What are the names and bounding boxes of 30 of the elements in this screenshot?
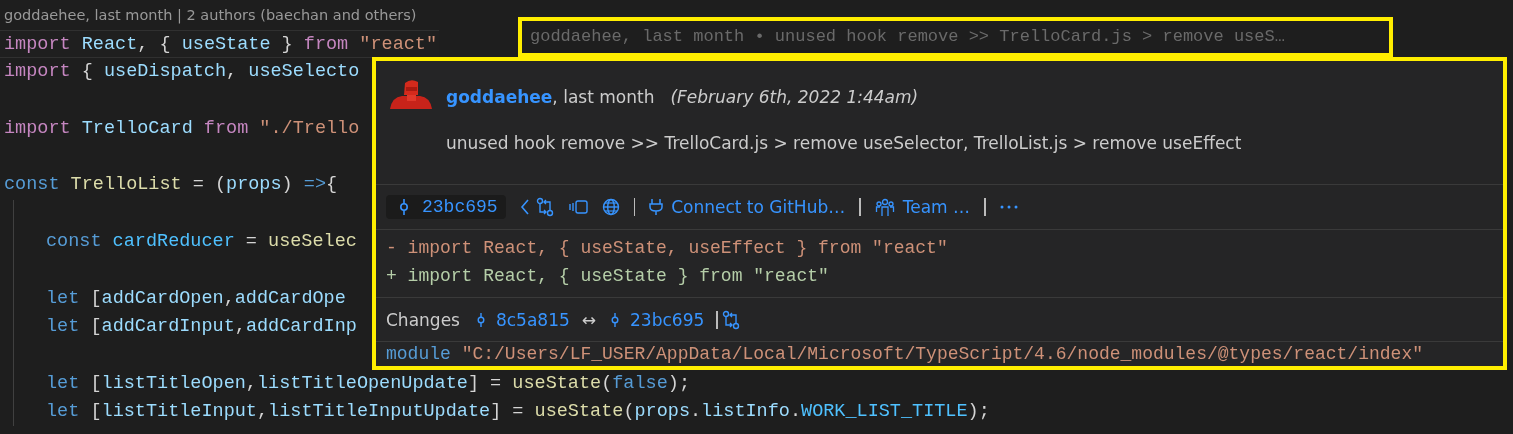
globe-icon[interactable]	[601, 198, 620, 216]
commit-sha-link[interactable]: 8c5a815	[473, 309, 570, 330]
arrow-text: ↔	[581, 309, 597, 330]
avatar-icon	[388, 79, 434, 109]
diff-line: + import React, { useState } from "react"	[386, 265, 829, 288]
commit-sha-button[interactable]: 23bc695	[386, 195, 506, 219]
code-line: let [addCardOpen,addCardOpe	[13, 284, 348, 313]
codelens-text[interactable]: goddaehee, last month | 2 authors (baechan and others)	[0, 0, 417, 30]
code-line: import { useDispatch, useSelecto	[3, 60, 361, 85]
team-icon	[874, 197, 895, 217]
compare-icon[interactable]	[535, 197, 554, 217]
connect-github-link[interactable]: Connect to GitHub…	[649, 197, 846, 217]
code-line: const TrelloList = (props) =>{	[3, 173, 339, 198]
team-link[interactable]: Team …	[874, 197, 971, 217]
commit-header: goddaehee, last month (February 6th, 2022 1:44am)	[446, 86, 919, 109]
code-line: let [listTitleInput,listTitleInputUpdate] = useState(props.listInfo.WORK_LIST_TITLE);	[13, 397, 992, 427]
module-path: module "C:/Users/LF_USER/AppData/Local/Microsoft/TypeScript/4.6/node_modules/@types/react/index"	[386, 344, 1423, 364]
commit-sha-link[interactable]: 23bc695	[608, 309, 705, 330]
compare-icon[interactable]	[721, 309, 740, 330]
commit-message: unused hook remove >> TrelloCard.js > remove useSelector, TrelloList.js > remove useEffect	[446, 133, 1242, 153]
plug-icon	[649, 198, 664, 216]
more-icon[interactable]	[999, 205, 1018, 209]
chevron-left-icon[interactable]	[519, 198, 530, 216]
code-line: import TrelloCard from "./Trello	[3, 116, 361, 141]
diff-line: - import React, { useState, useEffect } from "react"	[386, 237, 948, 260]
panel-icon[interactable]	[567, 199, 588, 215]
code-line: let [addCardInput,addCardInp	[13, 312, 359, 342]
changes-label: Changes	[386, 309, 460, 330]
inline-blame: goddaehee, last month • unused hook remove >> TrelloCard.js > remove useS…	[518, 17, 1393, 57]
code-line: const cardReducer = useSelec	[13, 228, 359, 257]
